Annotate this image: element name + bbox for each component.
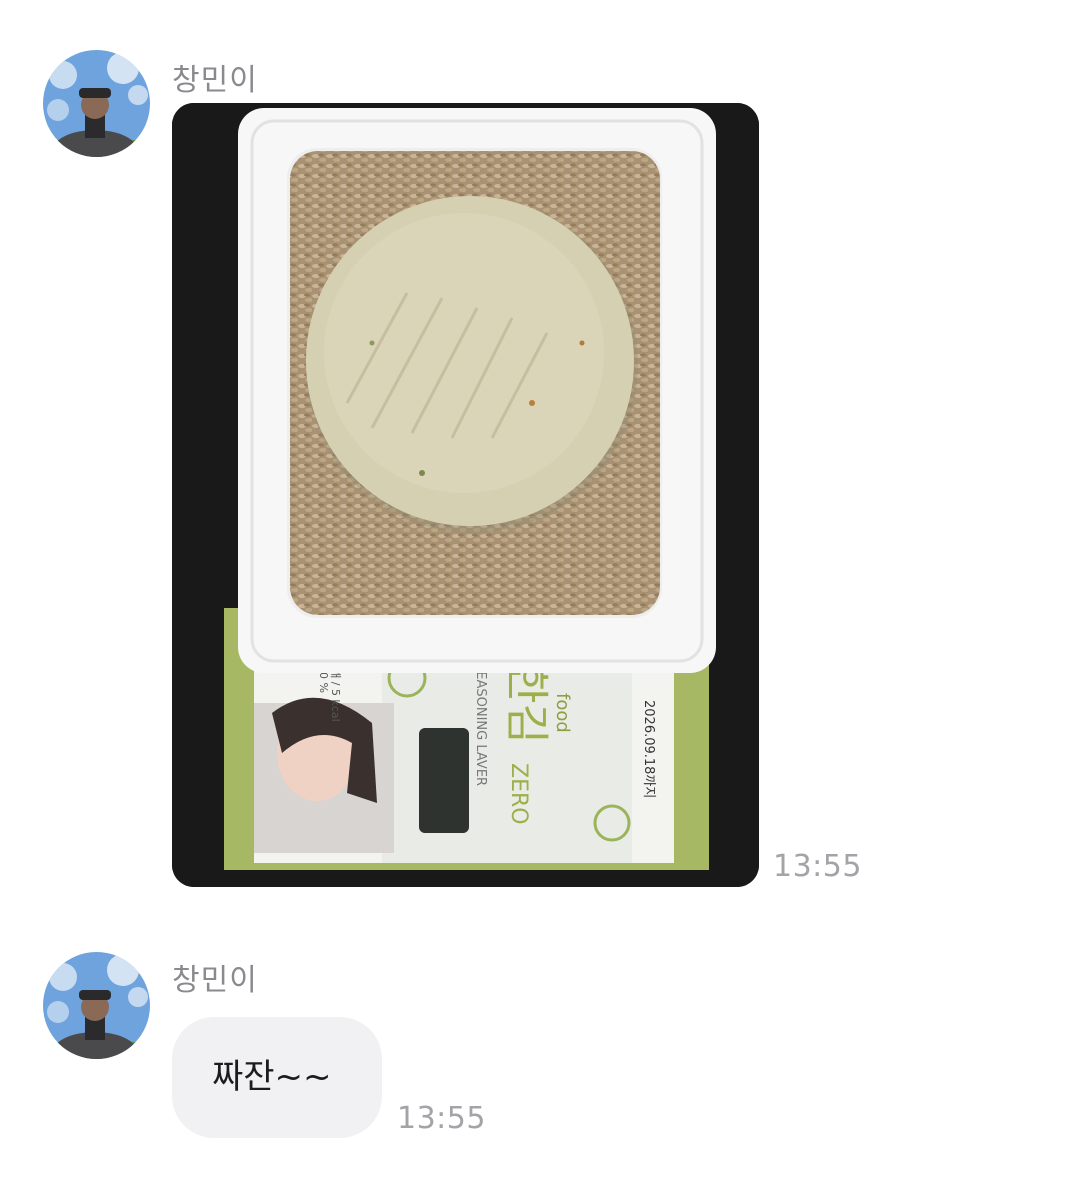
sender-name: 창민이 [172, 63, 258, 98]
package-brand: food [552, 693, 573, 733]
chat-view: 창민이 food 한김 ZERO SEASONING LAVER 2026.09… [0, 0, 1076, 1200]
message-image[interactable]: food 한김 ZERO SEASONING LAVER 2026.09.18까… [172, 103, 759, 887]
message-bubble[interactable]: 짜잔~~ [172, 1017, 382, 1138]
avatar-photo-icon [43, 952, 150, 1059]
package-date: 2026.09.18까지 [641, 700, 656, 798]
sender-avatar[interactable] [43, 50, 150, 157]
package-line: ZERO [506, 763, 531, 825]
sender-avatar[interactable] [43, 952, 150, 1059]
sender-name: 창민이 [172, 963, 258, 998]
meal-box-photo-icon: food 한김 ZERO SEASONING LAVER 2026.09.18까… [172, 103, 759, 887]
avatar-photo-icon [43, 50, 150, 157]
message-time: 13:55 [773, 849, 862, 884]
package-product: 한김 [501, 663, 552, 744]
message-time: 13:55 [397, 1101, 486, 1136]
package-subtitle: SEASONING LAVER [473, 663, 488, 786]
